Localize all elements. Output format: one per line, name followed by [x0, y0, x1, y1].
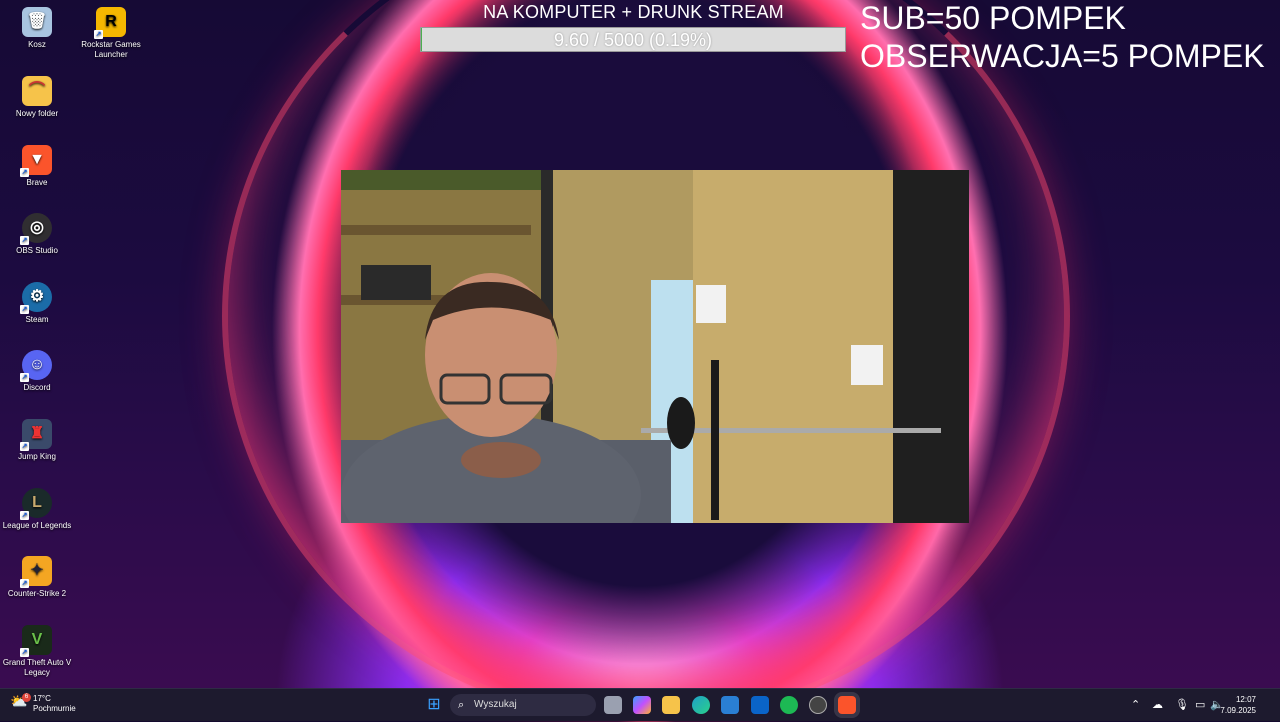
- desktop-icon-label: Rockstar Games Launcher: [81, 40, 141, 59]
- search-icon: ⌕: [458, 699, 465, 711]
- donation-progress-bar: 9.60 / 5000 (0.19%): [420, 27, 846, 52]
- brave-icon: ▼ ↗: [20, 145, 52, 177]
- cs2-icon: ✦ ↗: [20, 556, 52, 588]
- onedrive-cloud-icon[interactable]: ☁: [1152, 698, 1163, 711]
- stream-title: NA KOMPUTER + DRUNK STREAM: [483, 2, 784, 22]
- clock-date: 7.09.2025: [1220, 706, 1256, 715]
- discord-icon: ☺ ↗: [20, 350, 52, 382]
- outlook-icon[interactable]: [751, 696, 769, 714]
- desktop-icon-nowy-folder[interactable]: ⌒ Nowy folder: [0, 71, 74, 119]
- taskbar-search[interactable]: ⌕ Wyszukaj: [450, 694, 596, 716]
- desktop-icon-label: Discord: [23, 383, 51, 392]
- folder-icon: ⌒: [22, 76, 52, 106]
- taskbar: ⛅ 6 17°C Pochmurnie ⊞ ⌕ Wyszukaj ⌃ ☁ 🎙 ▭…: [0, 688, 1280, 721]
- desktop-icon-rockstar[interactable]: R ↗ Rockstar Games Launcher: [74, 2, 148, 60]
- copilot-icon[interactable]: [633, 696, 651, 714]
- edge-icon[interactable]: [692, 696, 710, 714]
- desktop-icon-label: Nowy folder: [15, 109, 59, 118]
- steam-icon: ⚙ ↗: [20, 282, 52, 314]
- desktop-icon-label: Steam: [25, 315, 49, 324]
- file-explorer-icon[interactable]: [662, 696, 680, 714]
- desktop-icon-brave[interactable]: ▼ ↗ Brave: [0, 140, 74, 188]
- desktop-icon-discord[interactable]: ☺ ↗ Discord: [0, 345, 74, 393]
- weather-desc: Pochmurnie: [33, 704, 76, 713]
- desktop-icon-label: OBS Studio: [16, 246, 58, 255]
- desktop-icon-label: Jump King: [18, 452, 56, 461]
- donation-progress-text: 9.60 / 5000 (0.19%): [553, 30, 713, 50]
- desktop-icon-label: Counter-Strike 2: [7, 589, 67, 598]
- task-view-icon[interactable]: [604, 696, 622, 714]
- desktop-icon-gta[interactable]: V ↗ Grand Theft Auto V Legacy: [0, 620, 74, 678]
- weather-widget[interactable]: ⛅ 6 17°C Pochmurnie: [10, 693, 76, 714]
- webcam-scene: [341, 170, 969, 523]
- rockstar-icon: R ↗: [94, 7, 126, 39]
- clock-time: 12:07: [1235, 695, 1256, 704]
- taskbar-clock[interactable]: 12:07 7.09.2025: [1220, 694, 1256, 716]
- desktop-icon-label: Brave: [26, 178, 48, 187]
- brave-taskbar-icon[interactable]: [838, 696, 856, 714]
- weather-temp: 17°C: [33, 694, 51, 703]
- obs-icon: ◎ ↗: [20, 213, 52, 245]
- desktop-icon-jump-king[interactable]: ♜ ↗ Jump King: [0, 414, 74, 462]
- network-icon[interactable]: ▭: [1195, 698, 1205, 711]
- spotify-icon[interactable]: [780, 696, 798, 714]
- webcam-feed: [341, 170, 969, 523]
- desktop-icon-label: Grand Theft Auto V Legacy: [2, 658, 72, 677]
- gta-icon: V ↗: [20, 625, 52, 657]
- microphone-icon[interactable]: 🎙: [1175, 698, 1189, 711]
- weather-badge: 6: [22, 693, 31, 702]
- store-icon[interactable]: [721, 696, 739, 714]
- desktop-icon-league[interactable]: L ↗ League of Legends: [0, 483, 74, 531]
- desktop-icon-cs2[interactable]: ✦ ↗ Counter-Strike 2: [0, 551, 74, 599]
- desktop-icon-label: Kosz: [28, 40, 46, 49]
- recycle-bin-icon: 🗑: [22, 7, 52, 37]
- desktop-icon-steam[interactable]: ⚙ ↗ Steam: [0, 277, 74, 325]
- jump-king-icon: ♜ ↗: [20, 419, 52, 451]
- windows-start-icon[interactable]: ⊞: [425, 696, 443, 714]
- league-icon: L ↗: [20, 488, 52, 520]
- desktop-icon-kosz[interactable]: 🗑 Kosz: [0, 2, 74, 50]
- desktop-icon-obs[interactable]: ◎ ↗ OBS Studio: [0, 208, 74, 256]
- goal-sub: SUB=50 POMPEK: [860, 0, 1126, 36]
- chevron-up-icon[interactable]: ⌃: [1131, 698, 1140, 711]
- desktop-icon-label: League of Legends: [2, 521, 72, 530]
- goal-follow: OBSERWACJA=5 POMPEK: [860, 38, 1265, 74]
- search-placeholder: Wyszukaj: [474, 699, 517, 710]
- obs-taskbar-icon[interactable]: [809, 696, 827, 714]
